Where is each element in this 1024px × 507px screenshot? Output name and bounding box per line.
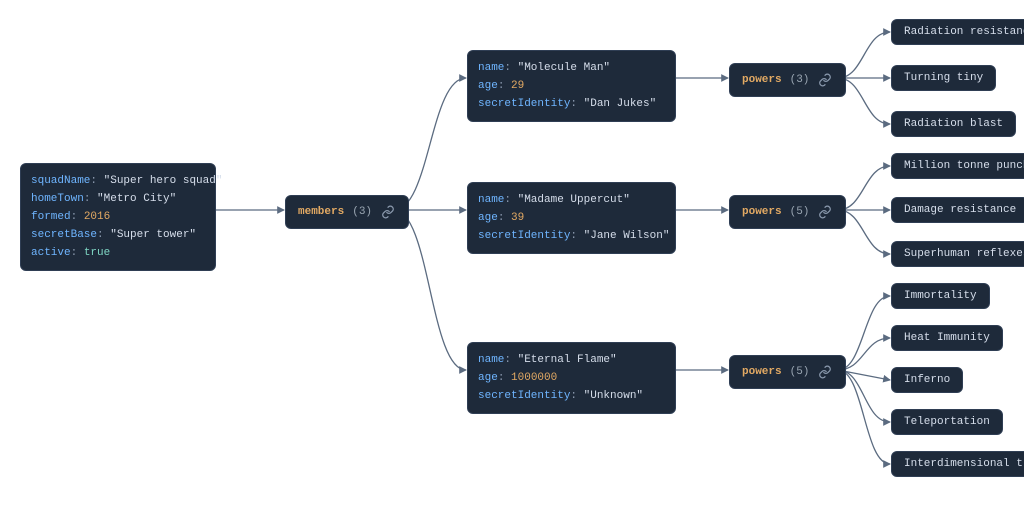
kv-name: name: "Madame Uppercut" xyxy=(478,191,665,209)
kv-homeTown: homeTown: "Metro City" xyxy=(31,190,205,208)
kv-secretIdentity: secretIdentity: "Unknown" xyxy=(478,387,665,405)
powers-array-node[interactable]: powers (5) xyxy=(729,195,846,229)
power-leaf-node[interactable]: Damage resistance xyxy=(891,197,1024,223)
array-count-label: (5) xyxy=(790,206,810,218)
link-icon xyxy=(817,204,833,220)
power-leaf-node[interactable]: Radiation resistance xyxy=(891,19,1024,45)
powers-array-node[interactable]: powers (3) xyxy=(729,63,846,97)
array-count-label: (3) xyxy=(352,206,372,218)
array-count-label: (5) xyxy=(790,366,810,378)
kv-age: age: 29 xyxy=(478,77,665,95)
array-count-label: (3) xyxy=(790,74,810,86)
power-leaf-node[interactable]: Million tonne punch xyxy=(891,153,1024,179)
link-icon xyxy=(380,204,396,220)
power-leaf-node[interactable]: Inferno xyxy=(891,367,963,393)
array-name-label: powers xyxy=(742,206,782,218)
array-name-label: powers xyxy=(742,74,782,86)
kv-secretIdentity: secretIdentity: "Dan Jukes" xyxy=(478,95,665,113)
power-leaf-node[interactable]: Immortality xyxy=(891,283,990,309)
kv-squadName: squadName: "Super hero squad" xyxy=(31,172,205,190)
kv-name: name: "Eternal Flame" xyxy=(478,351,665,369)
kv-age: age: 39 xyxy=(478,209,665,227)
link-icon xyxy=(817,72,833,88)
power-leaf-node[interactable]: Superhuman reflexes xyxy=(891,241,1024,267)
power-leaf-node[interactable]: Radiation blast xyxy=(891,111,1016,137)
root-object-node[interactable]: squadName: "Super hero squad" homeTown: … xyxy=(20,163,216,271)
power-leaf-node[interactable]: Turning tiny xyxy=(891,65,996,91)
power-leaf-node[interactable]: Heat Immunity xyxy=(891,325,1003,351)
powers-array-node[interactable]: powers (5) xyxy=(729,355,846,389)
member-object-node[interactable]: name: "Madame Uppercut" age: 39 secretId… xyxy=(467,182,676,254)
kv-age: age: 1000000 xyxy=(478,369,665,387)
link-icon xyxy=(817,364,833,380)
kv-secretIdentity: secretIdentity: "Jane Wilson" xyxy=(478,227,665,245)
kv-formed: formed: 2016 xyxy=(31,208,205,226)
power-leaf-node[interactable]: Interdimensional travel xyxy=(891,451,1024,477)
power-leaf-node[interactable]: Teleportation xyxy=(891,409,1003,435)
kv-name: name: "Molecule Man" xyxy=(478,59,665,77)
kv-secretBase: secretBase: "Super tower" xyxy=(31,226,205,244)
array-name-label: members xyxy=(298,206,344,218)
array-name-label: powers xyxy=(742,366,782,378)
kv-active: active: true xyxy=(31,244,205,262)
member-object-node[interactable]: name: "Molecule Man" age: 29 secretIdent… xyxy=(467,50,676,122)
members-array-node[interactable]: members (3) xyxy=(285,195,409,229)
member-object-node[interactable]: name: "Eternal Flame" age: 1000000 secre… xyxy=(467,342,676,414)
